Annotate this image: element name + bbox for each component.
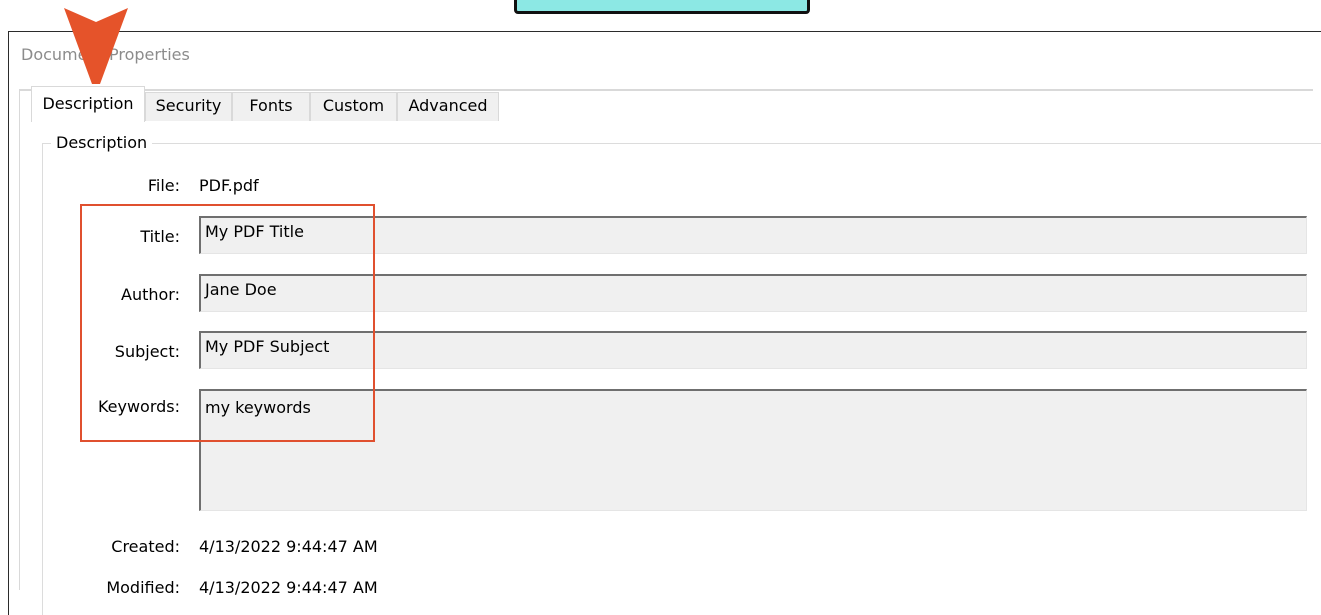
tab-fonts[interactable]: Fonts [232,92,310,121]
keywords-label: Keywords: [97,397,180,416]
modified-label: Modified: [106,578,180,597]
screenshot-stage: Document Properties Description Security… [0,0,1321,615]
subject-field[interactable]: My PDF Subject [199,331,1307,369]
groupbox-label: Description [51,133,153,152]
created-value: 4/13/2022 9:44:47 AM [199,537,378,556]
author-field[interactable]: Jane Doe [199,274,1307,312]
tab-custom[interactable]: Custom [310,92,397,121]
title-field[interactable]: My PDF Title [199,216,1307,254]
tab-description[interactable]: Description [31,86,145,122]
file-label: File: [147,176,180,195]
callout-box [514,0,810,14]
pointer-arrow-icon [64,8,128,84]
file-value: PDF.pdf [199,176,259,195]
tab-security[interactable]: Security [145,92,232,121]
created-label: Created: [111,537,180,556]
subject-label: Subject: [114,342,180,361]
title-label: Title: [140,227,180,246]
keywords-field[interactable]: my keywords [199,389,1307,511]
author-label: Author: [121,285,180,304]
modified-value: 4/13/2022 9:44:47 AM [199,578,378,597]
tab-advanced[interactable]: Advanced [397,92,499,121]
